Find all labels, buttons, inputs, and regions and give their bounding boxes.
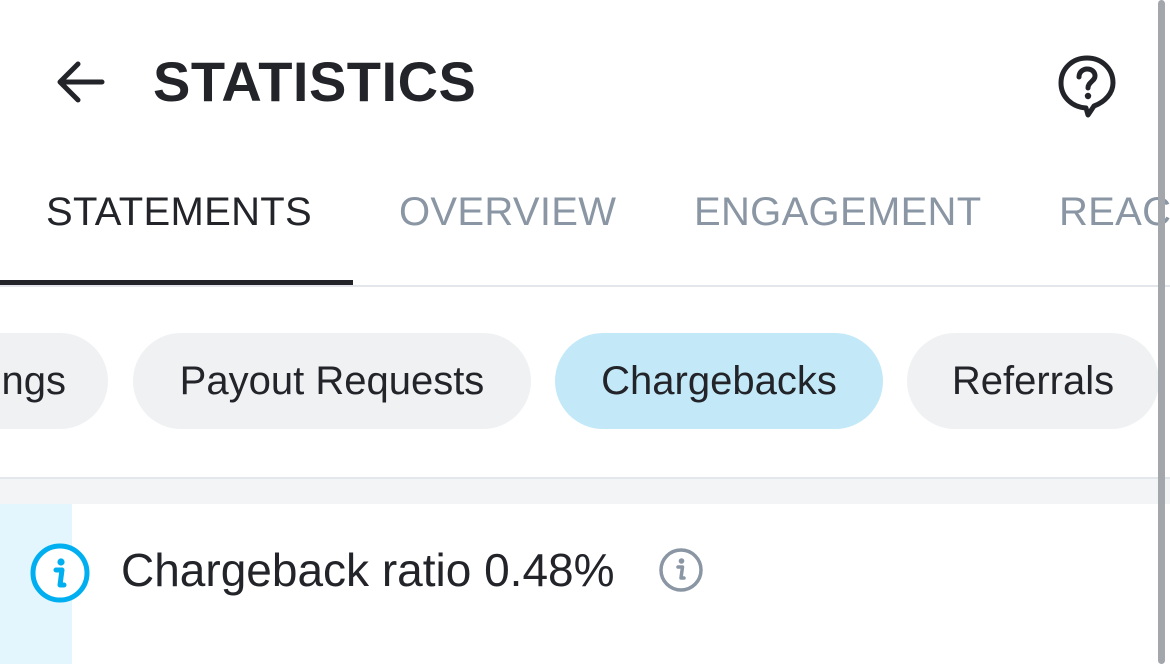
tab-engagement[interactable]: ENGAGEMENT (694, 188, 981, 236)
back-button[interactable] (48, 52, 112, 116)
header: STATISTICS (0, 0, 1170, 160)
section-divider (0, 479, 1170, 504)
scrollbar[interactable] (1158, 0, 1165, 664)
help-button[interactable] (1054, 52, 1120, 118)
info-circle-icon (30, 543, 90, 603)
page-title: STATISTICS (153, 50, 477, 113)
tab-statements[interactable]: STATEMENTS (46, 188, 312, 236)
chip-earnings[interactable]: Earnings (0, 333, 108, 429)
statistics-page: STATISTICS STATEMENTS OVERVIEW ENGAGEMEN… (0, 0, 1170, 664)
chargeback-ratio-banner: Chargeback ratio 0.48% (0, 504, 1170, 664)
chip-payout-requests[interactable]: Payout Requests (133, 333, 531, 429)
chip-referrals[interactable]: Referrals (907, 333, 1159, 429)
tab-reach[interactable]: REACH (1059, 188, 1170, 236)
active-tab-indicator (0, 280, 353, 285)
statistics-tabs: STATEMENTS OVERVIEW ENGAGEMENT REACH (0, 160, 1170, 287)
statement-filter-chips: Earnings Payout Requests Chargebacks Ref… (0, 287, 1170, 479)
tab-overview[interactable]: OVERVIEW (399, 188, 616, 236)
info-help-icon[interactable] (656, 545, 706, 595)
help-bubble-icon (1058, 55, 1116, 118)
chip-chargebacks[interactable]: Chargebacks (555, 333, 883, 429)
chargeback-ratio-text: Chargeback ratio 0.48% (121, 544, 615, 596)
arrow-left-icon (57, 61, 105, 103)
